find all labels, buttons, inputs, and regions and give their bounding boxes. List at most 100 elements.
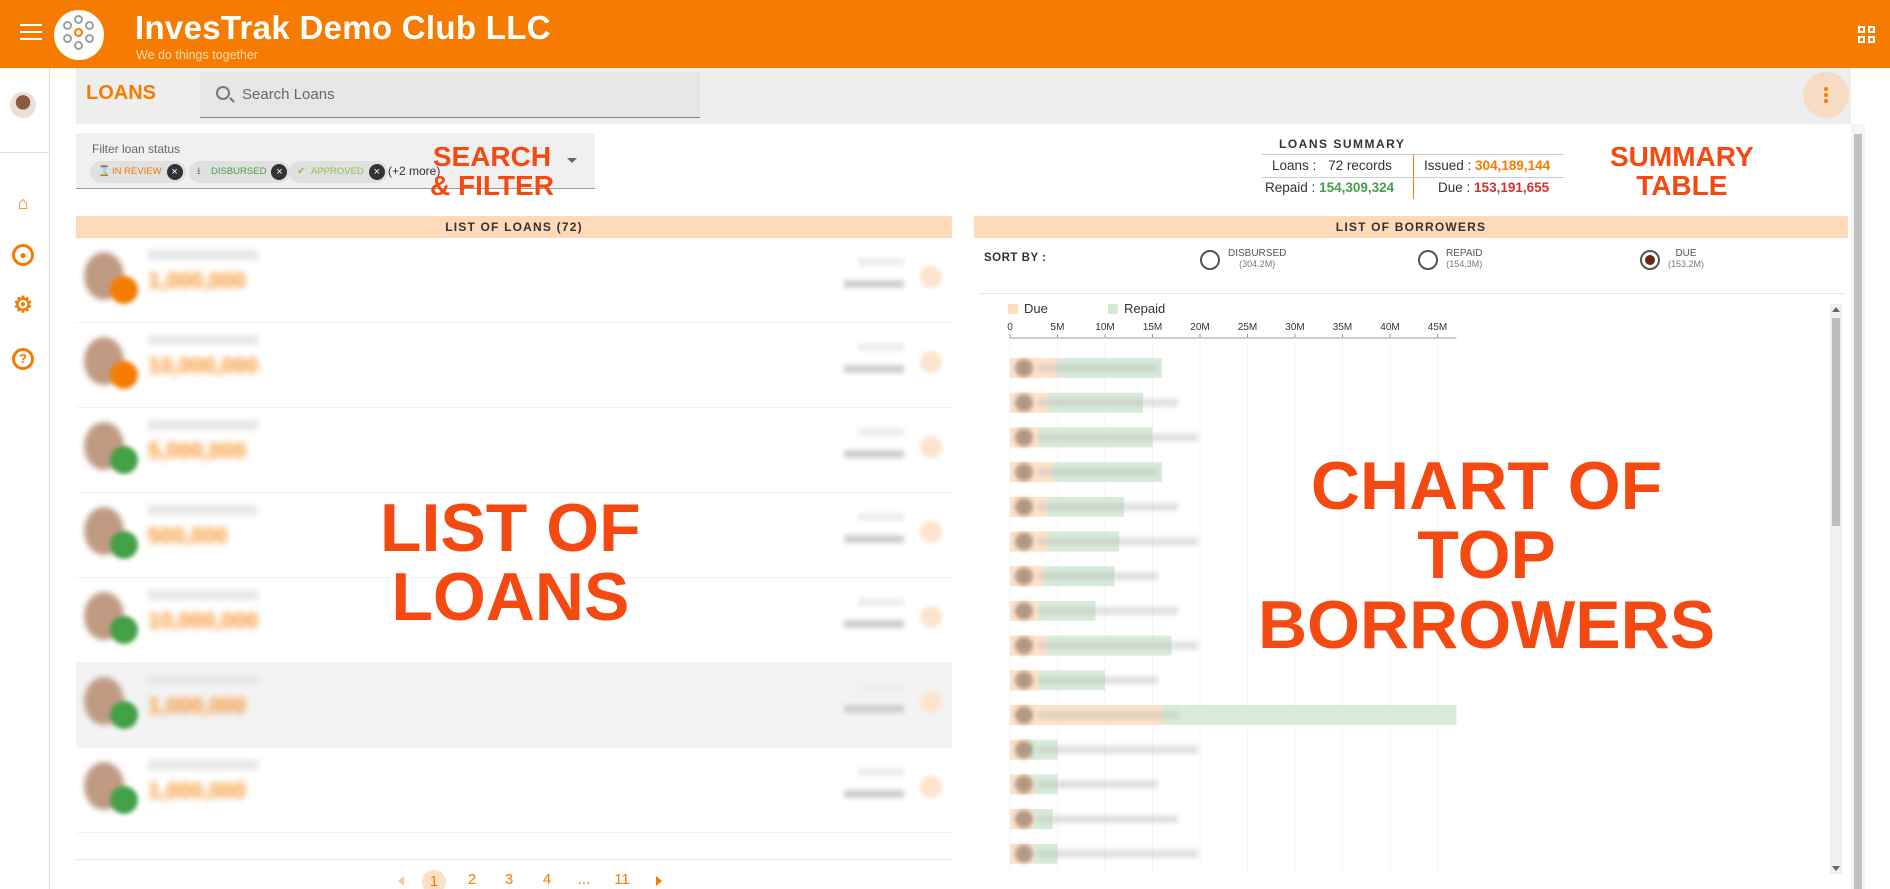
- bar-label: [1038, 433, 1198, 442]
- bar-label: [1038, 676, 1158, 685]
- loan-type: [844, 535, 904, 543]
- x-tick-label: 20M: [1190, 322, 1209, 333]
- loan-amount: 1,000,000: [148, 268, 246, 293]
- x-tick-label: 5M: [1051, 322, 1065, 333]
- chip-remove-icon[interactable]: ×: [166, 164, 183, 180]
- bar-label: [1038, 398, 1178, 407]
- bar-label: [1038, 606, 1178, 615]
- chip-label: IN REVIEW: [112, 166, 162, 177]
- status-badge: [110, 531, 138, 559]
- bar-label: [1038, 745, 1198, 754]
- bar-label: [1038, 364, 1158, 372]
- chip-remove-icon[interactable]: ×: [271, 164, 288, 180]
- sort-repaid-radio[interactable]: [1418, 250, 1438, 270]
- annotation-chart: CHART OF TOP BORROWERS: [1258, 448, 1716, 663]
- borrower-avatar: [1015, 671, 1033, 690]
- prev-page-icon[interactable]: [398, 876, 404, 886]
- status-badge: [110, 786, 138, 814]
- loan-type: [844, 280, 904, 288]
- status-badge: [110, 616, 138, 644]
- chip-label: APPROVED: [311, 166, 364, 177]
- loan-row[interactable]: 1,000,000: [76, 748, 952, 833]
- loan-action-button[interactable]: [920, 606, 942, 628]
- chart-scrollbar[interactable]: [1830, 304, 1842, 874]
- sort-label: SORT BY :: [984, 252, 1047, 264]
- borrower-avatar: [1015, 775, 1033, 794]
- x-tick-label: 45M: [1428, 322, 1447, 333]
- page-2[interactable]: 2: [460, 871, 484, 888]
- next-page-icon[interactable]: [656, 876, 662, 886]
- loan-amount: 500,000: [148, 523, 228, 548]
- home-icon[interactable]: ⌂: [12, 192, 34, 214]
- loan-row[interactable]: 10,000,000: [76, 323, 952, 408]
- account-icon[interactable]: ●: [12, 244, 34, 266]
- loan-action-button[interactable]: [920, 521, 942, 543]
- sort-disbursed-radio[interactable]: [1200, 250, 1220, 270]
- thumbs-up-icon: ✔: [297, 166, 306, 177]
- loan-action-button[interactable]: [920, 436, 942, 458]
- x-tick-label: 35M: [1333, 322, 1352, 333]
- borrower-avatar: [1015, 463, 1033, 482]
- status-badge: [110, 446, 138, 474]
- dropdown-arrow-icon[interactable]: [567, 158, 577, 163]
- loan-amount: 1,000,000: [148, 778, 246, 803]
- loan-action-button[interactable]: [920, 351, 942, 373]
- search-box[interactable]: [200, 72, 700, 118]
- filter-chip-in-review[interactable]: ⌛ IN REVIEW ×: [90, 161, 186, 183]
- borrower-avatar: [1015, 393, 1033, 412]
- loan-action-button[interactable]: [920, 691, 942, 713]
- search-input[interactable]: [242, 82, 682, 106]
- loan-type: [844, 705, 904, 713]
- status-badge: [110, 276, 138, 304]
- page-4[interactable]: 4: [535, 871, 559, 888]
- chip-remove-icon[interactable]: ×: [368, 164, 385, 180]
- x-tick-label: 15M: [1143, 322, 1162, 333]
- page-scrollbar[interactable]: [1851, 124, 1865, 889]
- loan-date: [858, 258, 904, 266]
- borrower-name: [148, 505, 258, 515]
- borrower-name: [148, 420, 258, 430]
- summary-loans: Loans : 72 records: [1272, 158, 1392, 173]
- loan-type: [844, 790, 904, 798]
- more-options-button[interactable]: [1803, 72, 1849, 118]
- page-toolbar: LOANS: [76, 68, 1851, 124]
- loan-row[interactable]: 1,000,000: [76, 663, 952, 748]
- filter-chip-disbursed[interactable]: ⭳ DISBURSED ×: [189, 161, 291, 183]
- status-badge: [110, 701, 138, 729]
- x-tick-label: 25M: [1238, 322, 1257, 333]
- sort-due-radio[interactable]: [1640, 250, 1660, 270]
- help-icon[interactable]: ?: [12, 348, 34, 370]
- sort-due-label: DUE (153.2M): [1668, 248, 1705, 269]
- loan-amount: 5,000,000: [148, 438, 246, 463]
- user-avatar[interactable]: [10, 92, 36, 118]
- borrower-avatar: [1015, 359, 1033, 377]
- loan-action-button[interactable]: [920, 266, 942, 288]
- loan-row[interactable]: 1,000,000: [76, 238, 952, 323]
- borrower-avatar: [1015, 497, 1033, 516]
- borrower-avatar: [1015, 706, 1033, 724]
- apps-grid-icon[interactable]: [1858, 26, 1876, 44]
- page-1[interactable]: 1: [422, 870, 446, 889]
- page-title: LOANS: [86, 82, 156, 104]
- bar-label: [1038, 815, 1178, 824]
- hourglass-icon: ⌛: [98, 166, 111, 177]
- page-11[interactable]: 11: [610, 871, 634, 888]
- x-tick-label: 10M: [1095, 322, 1114, 333]
- loan-type: [844, 620, 904, 628]
- borrower-avatar: [1015, 532, 1033, 551]
- loan-date: [858, 513, 904, 521]
- loan-date: [858, 683, 904, 691]
- gear-icon[interactable]: ⚙: [12, 294, 34, 316]
- x-tick-label: 40M: [1380, 322, 1399, 333]
- loan-action-button[interactable]: [920, 776, 942, 798]
- loan-row[interactable]: 5,000,000: [76, 408, 952, 493]
- borrower-avatar: [1015, 636, 1033, 655]
- menu-icon[interactable]: [20, 24, 42, 42]
- borrower-avatar: [1015, 428, 1033, 447]
- bar-label: [1038, 641, 1198, 650]
- app-header: InvesTrak Demo Club LLC We do things tog…: [0, 0, 1890, 68]
- filter-chip-approved[interactable]: ✔ APPROVED ×: [289, 161, 388, 183]
- borrowers-panel-header: LIST OF BORROWERS: [974, 216, 1848, 238]
- annotation-list-of-loans: LIST OF LOANS: [380, 490, 641, 636]
- page-3[interactable]: 3: [497, 871, 521, 888]
